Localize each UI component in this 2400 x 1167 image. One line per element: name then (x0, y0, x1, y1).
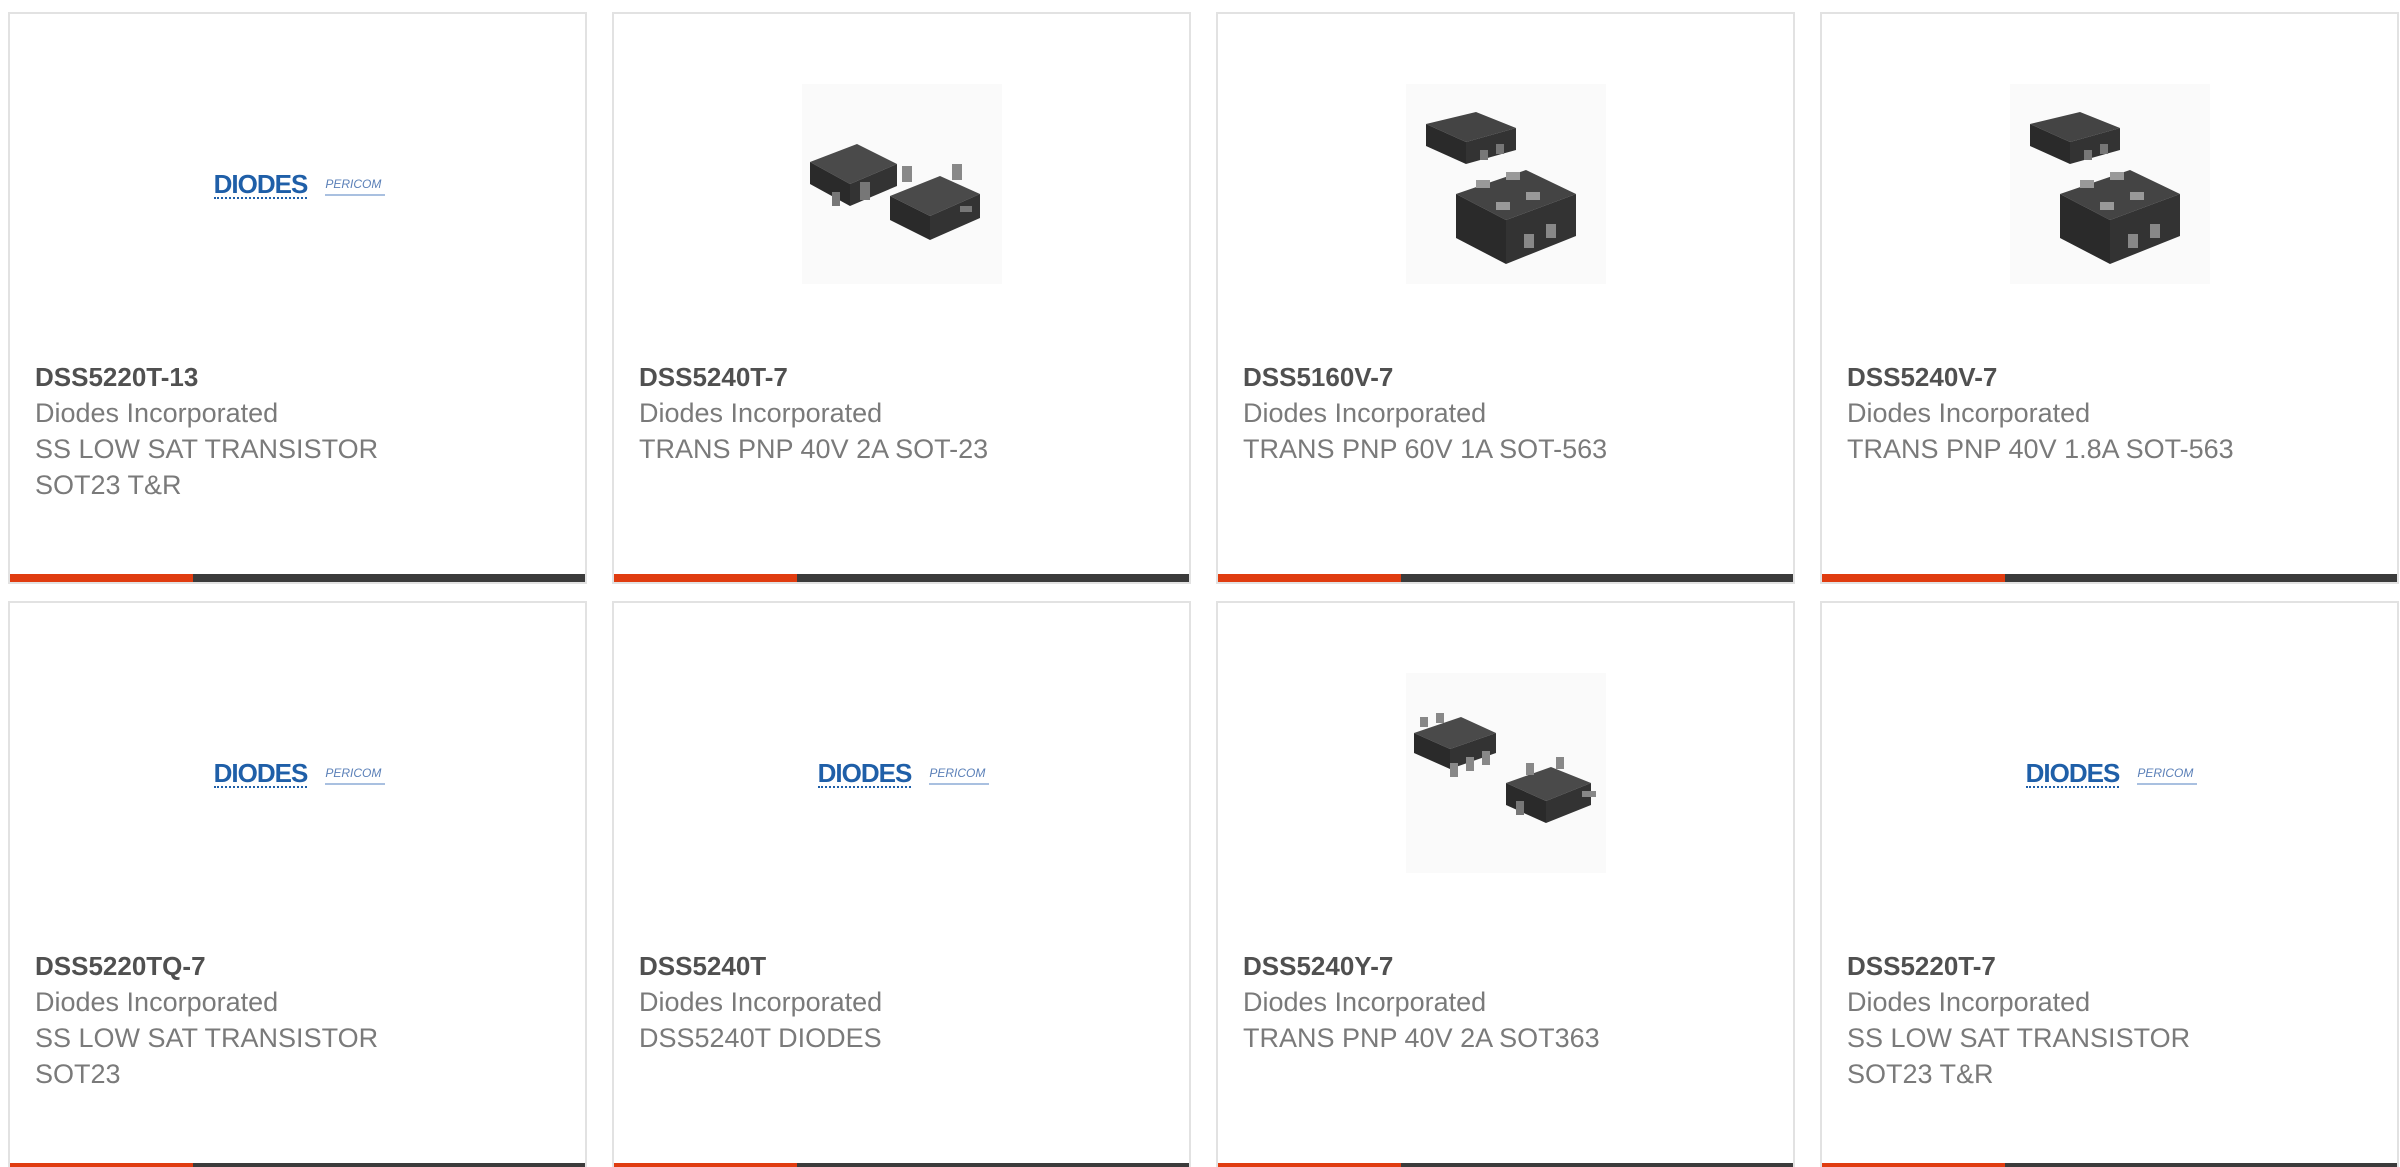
product-card[interactable]: DSS5240V-7 Diodes Incorporated TRANS PNP… (1820, 12, 2399, 584)
manufacturer: Diodes Incorporated (1847, 987, 2091, 1017)
part-number[interactable]: DSS5160V-7 (1243, 359, 1773, 395)
description: TRANS PNP 40V 2A SOT363 (1243, 1023, 1600, 1053)
card-footer-bar (614, 1163, 1189, 1167)
product-image (1218, 673, 1793, 873)
diodes-logo-icon: DIODES PERICOM (213, 169, 386, 199)
description: SS LOW SAT TRANSISTOR SOT23 (35, 1023, 379, 1089)
product-image: DIODES PERICOM (10, 673, 585, 873)
manufacturer: Diodes Incorporated (1243, 398, 1487, 428)
product-image: DIODES PERICOM (614, 673, 1189, 873)
product-card[interactable]: DIODES PERICOM DSS5240T Diodes Incorpora… (612, 601, 1191, 1167)
diodes-logo-icon: DIODES PERICOM (2025, 758, 2198, 788)
part-number[interactable]: DSS5240T (639, 948, 1169, 984)
part-number[interactable]: DSS5240V-7 (1847, 359, 2377, 395)
product-image: DIODES PERICOM (10, 84, 585, 284)
product-image (1822, 84, 2397, 284)
product-image (1218, 84, 1793, 284)
part-number[interactable]: DSS5220T-13 (35, 359, 565, 395)
sot363-package-icon (1405, 673, 1606, 873)
part-number[interactable]: DSS5240Y-7 (1243, 948, 1773, 984)
card-footer-bar (1822, 1163, 2397, 1167)
sot23-package-icon (801, 84, 1002, 284)
diodes-logo-icon: DIODES PERICOM (213, 758, 386, 788)
description: TRANS PNP 40V 2A SOT-23 (639, 434, 989, 464)
card-footer-bar (614, 574, 1189, 582)
part-number[interactable]: DSS5220TQ-7 (35, 948, 565, 984)
manufacturer: Diodes Incorporated (1243, 987, 1487, 1017)
manufacturer: Diodes Incorporated (639, 398, 883, 428)
product-image: DIODES PERICOM (1822, 673, 2397, 873)
manufacturer: Diodes Incorporated (35, 398, 279, 428)
card-footer-bar (10, 574, 585, 582)
part-number[interactable]: DSS5240T-7 (639, 359, 1169, 395)
product-card[interactable]: DSS5160V-7 Diodes Incorporated TRANS PNP… (1216, 12, 1795, 584)
card-footer-bar (1218, 574, 1793, 582)
part-number[interactable]: DSS5220T-7 (1847, 948, 2377, 984)
description: SS LOW SAT TRANSISTOR SOT23 T&R (35, 434, 379, 500)
description: SS LOW SAT TRANSISTOR SOT23 T&R (1847, 1023, 2191, 1089)
product-grid: DIODES PERICOM DSS5220T-13 Diodes Incorp… (0, 0, 2400, 1167)
description: TRANS PNP 40V 1.8A SOT-563 (1847, 434, 2234, 464)
sot563-package-icon (2009, 84, 2210, 284)
manufacturer: Diodes Incorporated (35, 987, 279, 1017)
product-card[interactable]: DIODES PERICOM DSS5220T-7 Diodes Incorpo… (1820, 601, 2399, 1167)
description: DSS5240T DIODES (639, 1023, 882, 1053)
sot563-package-icon (1405, 84, 1606, 284)
description: TRANS PNP 60V 1A SOT-563 (1243, 434, 1608, 464)
card-footer-bar (10, 1163, 585, 1167)
product-card[interactable]: DSS5240T-7 Diodes Incorporated TRANS PNP… (612, 12, 1191, 584)
card-footer-bar (1218, 1163, 1793, 1167)
product-card[interactable]: DIODES PERICOM DSS5220T-13 Diodes Incorp… (8, 12, 587, 584)
product-image (614, 84, 1189, 284)
manufacturer: Diodes Incorporated (639, 987, 883, 1017)
manufacturer: Diodes Incorporated (1847, 398, 2091, 428)
product-card[interactable]: DIODES PERICOM DSS5220TQ-7 Diodes Incorp… (8, 601, 587, 1167)
product-card[interactable]: DSS5240Y-7 Diodes Incorporated TRANS PNP… (1216, 601, 1795, 1167)
diodes-logo-icon: DIODES PERICOM (817, 758, 990, 788)
card-footer-bar (1822, 574, 2397, 582)
